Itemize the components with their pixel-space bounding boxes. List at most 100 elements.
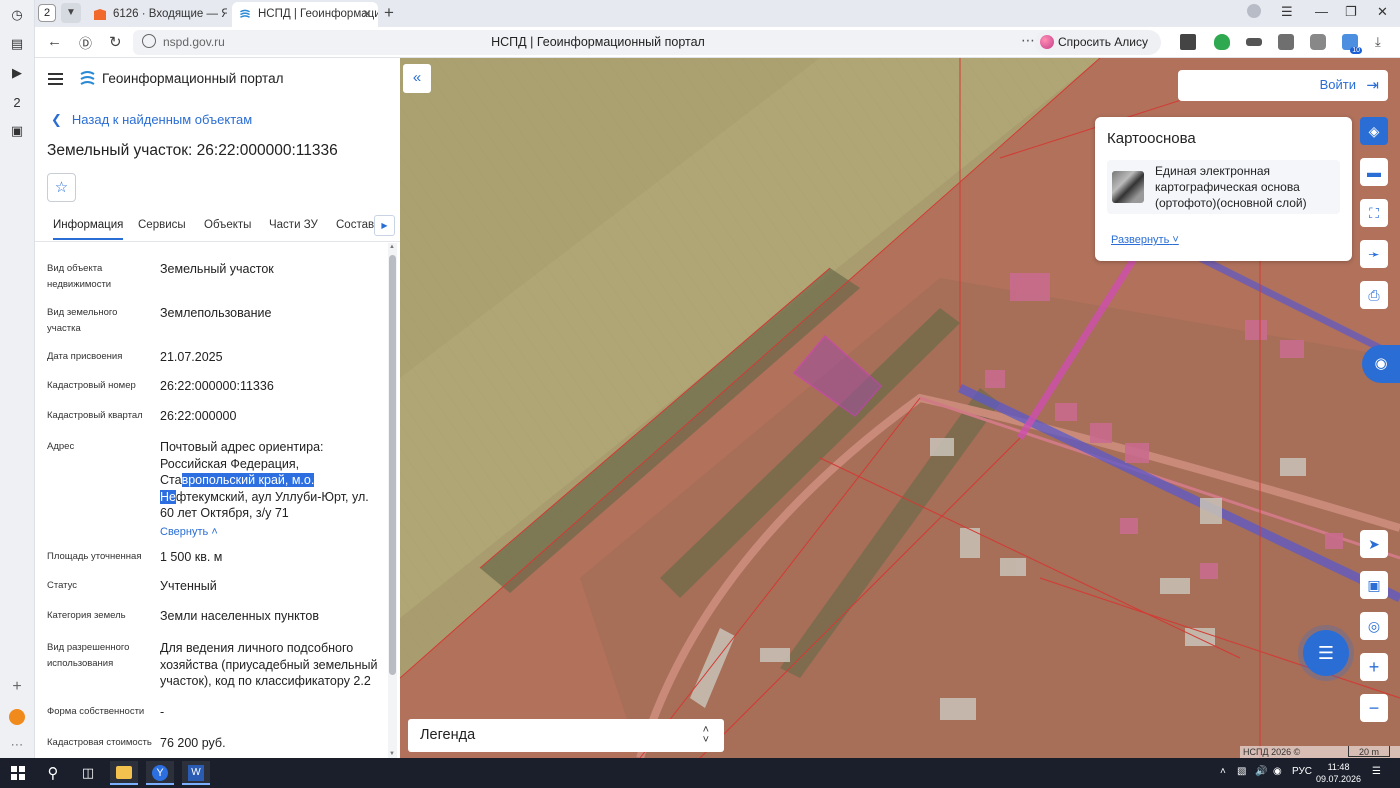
screenshot-icon[interactable]: ▣ xyxy=(8,122,26,140)
language-indicator[interactable]: РУС xyxy=(1292,766,1312,777)
tab-information[interactable]: Информация xyxy=(53,219,124,240)
video-icon[interactable]: ▶ xyxy=(8,64,26,82)
search-icon[interactable]: ⚲ xyxy=(43,763,63,783)
hamburger-menu-icon[interactable] xyxy=(48,73,63,88)
more-options-icon[interactable]: ⋯ xyxy=(1021,32,1035,49)
tab-count-icon[interactable]: 2 xyxy=(8,93,26,111)
back-to-results-link[interactable]: ❮ Назад к найденным объектам xyxy=(51,112,252,128)
zoom-out-button[interactable]: − xyxy=(1360,694,1388,722)
yandex-mail-icon[interactable] xyxy=(8,708,26,726)
collections-icon[interactable]: ▤ xyxy=(8,35,26,53)
share-tool-button[interactable]: ➛ xyxy=(1360,240,1388,268)
tab-title: НСПД | Геоинформацио xyxy=(258,8,378,20)
tab-mail[interactable]: 6126 · Входящие — Яндек xyxy=(87,2,227,27)
navigation-arrow-icon: ➤ xyxy=(1368,536,1380,552)
address-selected-text: Не xyxy=(160,489,176,504)
add-panel-icon[interactable]: + xyxy=(8,678,26,696)
tab-composition[interactable]: Состав xyxy=(336,219,374,231)
ruler-tool-button[interactable]: ▬ xyxy=(1360,158,1388,186)
extension-icon[interactable]: 10 xyxy=(1342,34,1362,54)
downloads-icon[interactable]: ⤓ xyxy=(1375,34,1391,50)
attr-label: Вид объекта недвижимости xyxy=(47,263,112,290)
minimap-tool-button[interactable]: ▣ xyxy=(1360,571,1388,599)
extension-icon[interactable] xyxy=(1180,34,1196,50)
extension-icon[interactable] xyxy=(1310,34,1326,50)
extension-icon[interactable] xyxy=(1278,34,1294,50)
tab-services[interactable]: Сервисы xyxy=(138,219,186,231)
attr-value: 1 500 кв. м xyxy=(160,550,223,564)
tray-app-icon[interactable]: ▧ xyxy=(1237,766,1246,777)
orthophoto-thumbnail xyxy=(1112,171,1144,203)
menu-icon[interactable]: ☰ xyxy=(1281,4,1293,20)
reload-icon[interactable]: ↻ xyxy=(109,33,122,51)
print-tool-button[interactable]: ⎙ xyxy=(1360,281,1388,309)
mail-icon xyxy=(94,9,106,20)
tab-parts[interactable]: Части ЗУ xyxy=(269,219,318,231)
more-icon[interactable]: ⋯ xyxy=(8,736,26,754)
copyright-text: НСПД 2026 © xyxy=(1243,747,1301,757)
network-icon[interactable]: ◉ xyxy=(1273,766,1282,777)
expand-label: Развернуть xyxy=(1111,234,1170,246)
collapse-label: Свернуть xyxy=(160,525,209,538)
login-button[interactable]: Войти ⇥ xyxy=(1178,70,1388,101)
yandex-browser-icon[interactable]: Y xyxy=(146,761,174,785)
basemap-card: Картооснова Единая электронная картограф… xyxy=(1095,117,1352,261)
minimize-icon[interactable]: — xyxy=(1315,4,1328,19)
map-canvas[interactable]: « Войти ⇥ Картооснова Единая электронная… xyxy=(400,58,1400,758)
location-pin-tool-button[interactable]: ◎ xyxy=(1360,612,1388,640)
zoom-in-button[interactable]: + xyxy=(1360,653,1388,681)
address-bar[interactable]: nspd.gov.ru НСПД | Геоинформационный пор… xyxy=(133,30,1063,55)
notifications-icon[interactable]: ☰ xyxy=(1372,766,1381,777)
address-value[interactable]: Почтовый адрес ориентира: Российская Фед… xyxy=(160,439,385,540)
shield-icon[interactable] xyxy=(1214,34,1230,50)
scroll-thumb[interactable] xyxy=(389,255,396,675)
restore-icon[interactable]: ❐ xyxy=(1345,4,1357,20)
expand-link[interactable]: Развернуть ˅ xyxy=(1111,234,1179,246)
select-area-tool-button[interactable]: ⛶ xyxy=(1360,199,1388,227)
attr-label: Статус xyxy=(47,580,78,591)
new-tab-icon[interactable]: + xyxy=(384,3,394,23)
task-view-icon[interactable]: ◫ xyxy=(78,763,98,783)
clock[interactable]: 11:48 09.07.2026 xyxy=(1316,761,1361,785)
minus-icon: − xyxy=(1368,698,1380,718)
word-icon[interactable]: W xyxy=(182,761,210,785)
site-title: Геоинформационный портал xyxy=(102,71,284,86)
address-bar-row: ← Ⓓ ↻ nspd.gov.ru НСПД | Геоинформационн… xyxy=(35,27,1400,74)
panel-scrollbar[interactable]: ▲ ▼ xyxy=(388,243,397,758)
tray-chevron-icon[interactable]: ˄ xyxy=(1220,766,1226,777)
attr-value: Для ведения личного подсобного хозяйства… xyxy=(160,641,378,688)
yandex-icon[interactable]: Ⓓ xyxy=(79,33,92,52)
scroll-up-icon[interactable]: ▲ xyxy=(389,244,395,250)
attr-value: Земли населенных пунктов xyxy=(160,609,319,623)
legend-bar[interactable]: Легенда ˄ ˅ xyxy=(408,719,724,752)
tab-counter[interactable]: 2 xyxy=(38,4,56,22)
chat-support-button[interactable]: ☰ xyxy=(1303,630,1349,676)
close-icon[interactable]: ✕ xyxy=(362,2,372,27)
history-icon[interactable]: ◷ xyxy=(8,6,26,24)
back-arrow-icon[interactable]: ← xyxy=(47,33,62,50)
layers-tool-button[interactable]: ◈ xyxy=(1360,117,1388,145)
collapse-panel-button[interactable]: « xyxy=(403,64,431,93)
tab-list-chevron-icon[interactable]: ▼ xyxy=(61,3,81,23)
scroll-down-icon[interactable]: ▼ xyxy=(389,751,395,757)
attr-label: Форма собственности xyxy=(47,706,145,717)
tab-nspd[interactable]: НСПД | Геоинформацио ✕ xyxy=(232,2,378,27)
extension-icon[interactable] xyxy=(1246,38,1262,46)
favorite-star-button[interactable]: ☆ xyxy=(47,173,76,202)
basemap-layer-item[interactable]: Единая электронная картографическая осно… xyxy=(1107,160,1340,214)
ask-alice-button[interactable]: Спросить Алису AI xyxy=(1035,30,1161,74)
volume-icon[interactable]: 🔊 xyxy=(1255,766,1267,777)
tabs-next-chevron-icon[interactable]: ▶ xyxy=(374,215,395,236)
file-explorer-icon[interactable] xyxy=(110,761,138,785)
profile-icon[interactable] xyxy=(1247,4,1261,21)
locate-tool-button[interactable]: ➤ xyxy=(1360,530,1388,558)
attr-value: 21.07.2025 xyxy=(160,350,223,364)
windows-start-icon[interactable] xyxy=(8,763,28,783)
gosuslugi-button[interactable]: ◉ xyxy=(1362,345,1400,383)
tab-objects[interactable]: Объекты xyxy=(204,219,251,231)
tab-title: 6126 · Входящие — Яндек xyxy=(113,8,227,20)
attr-label: Категория земель xyxy=(47,610,126,621)
extension-badge: 10 xyxy=(1350,47,1362,54)
close-window-icon[interactable]: ✕ xyxy=(1377,4,1388,20)
collapse-link[interactable]: Свернуть ˄ xyxy=(160,524,218,541)
